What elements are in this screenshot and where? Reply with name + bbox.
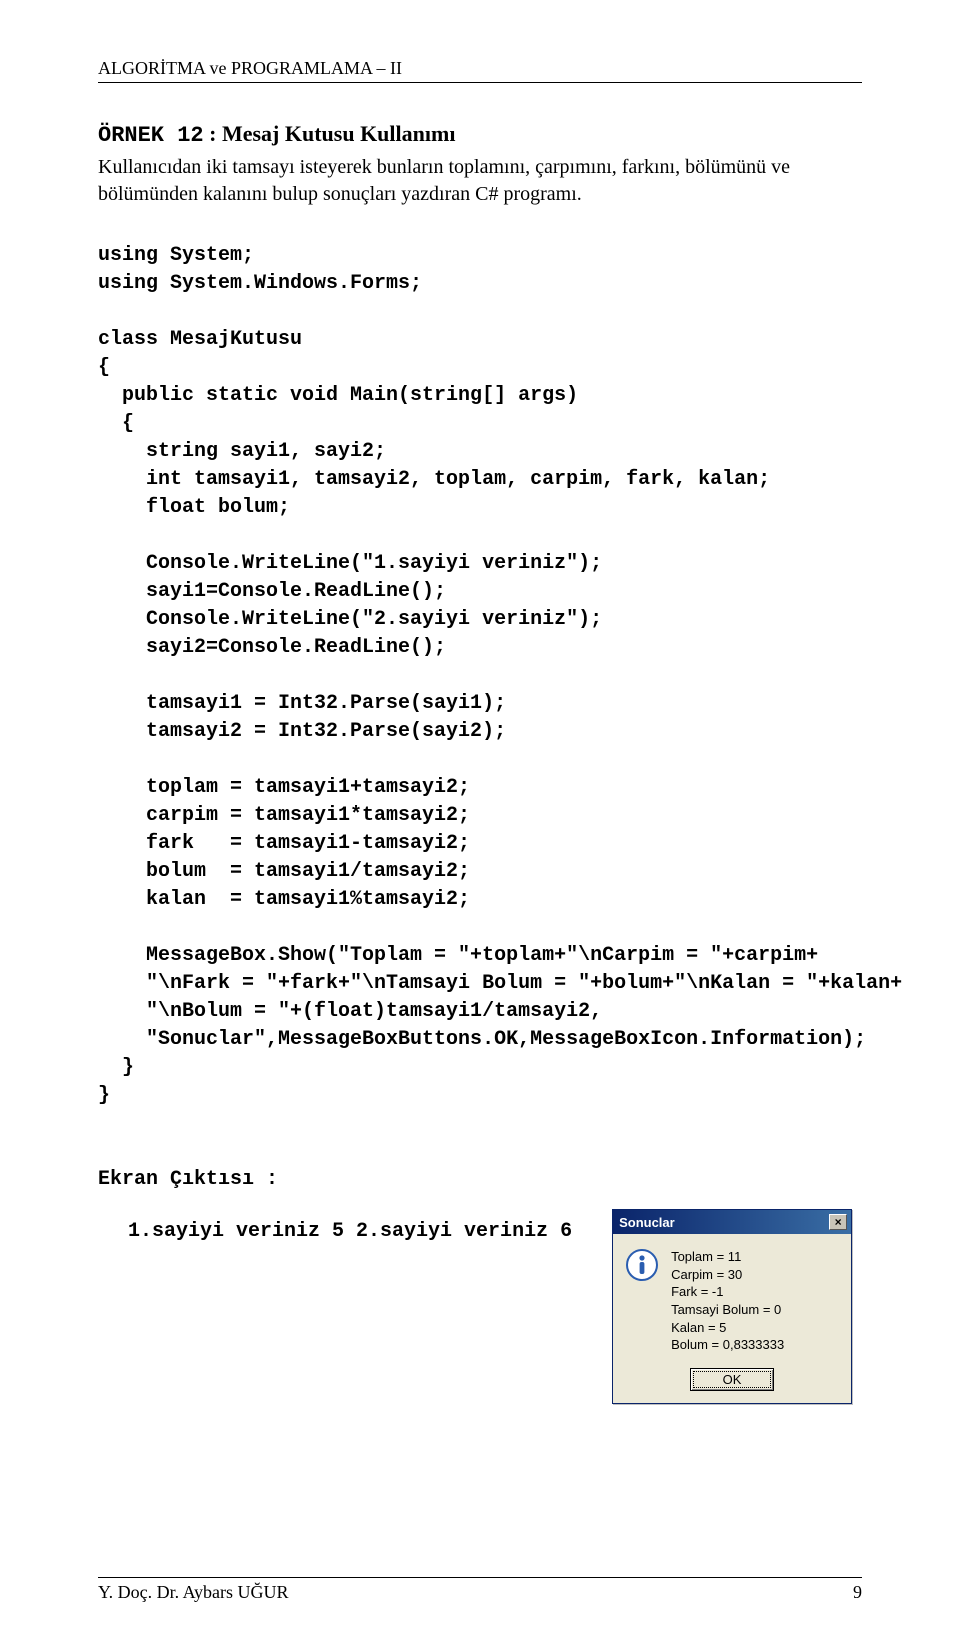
output-label: Ekran Çıktısı :: [98, 1168, 862, 1191]
example-subtitle: : Mesaj Kutusu Kullanımı: [204, 121, 456, 146]
page-header: ALGORİTMA ve PROGRAMLAMA – II: [98, 58, 862, 79]
code-block: using System; using System.Windows.Forms…: [98, 242, 862, 1110]
output-row: 1.sayiyi veriniz 5 2.sayiyi veriniz 6 So…: [98, 1213, 862, 1403]
message-box-title: Sonuclar: [619, 1215, 675, 1230]
info-icon: [625, 1248, 659, 1282]
page-footer: Y. Doç. Dr. Aybars UĞUR 9: [98, 1577, 862, 1603]
example-title: ÖRNEK 12 : Mesaj Kutusu Kullanımı: [98, 121, 862, 148]
message-box: Sonuclar × Toplam = 11 Carpim = 30 Fark …: [612, 1209, 852, 1403]
message-box-button-row: OK: [613, 1364, 851, 1403]
example-number: ÖRNEK 12: [98, 123, 204, 148]
message-box-text: Toplam = 11 Carpim = 30 Fark = -1 Tamsay…: [671, 1248, 784, 1353]
footer-author: Y. Doç. Dr. Aybars UĞUR: [98, 1582, 289, 1603]
console-output: 1.sayiyi veriniz 5 2.sayiyi veriniz 6: [98, 1213, 572, 1251]
message-box-body: Toplam = 11 Carpim = 30 Fark = -1 Tamsay…: [613, 1234, 851, 1363]
footer-rule: [98, 1577, 862, 1578]
ok-button[interactable]: OK: [690, 1368, 774, 1391]
close-button[interactable]: ×: [829, 1214, 847, 1230]
message-box-titlebar: Sonuclar ×: [613, 1210, 851, 1234]
header-rule: [98, 82, 862, 83]
intro-paragraph: Kullanıcıdan iki tamsayı isteyerek bunla…: [98, 154, 862, 208]
page-number: 9: [853, 1582, 862, 1603]
